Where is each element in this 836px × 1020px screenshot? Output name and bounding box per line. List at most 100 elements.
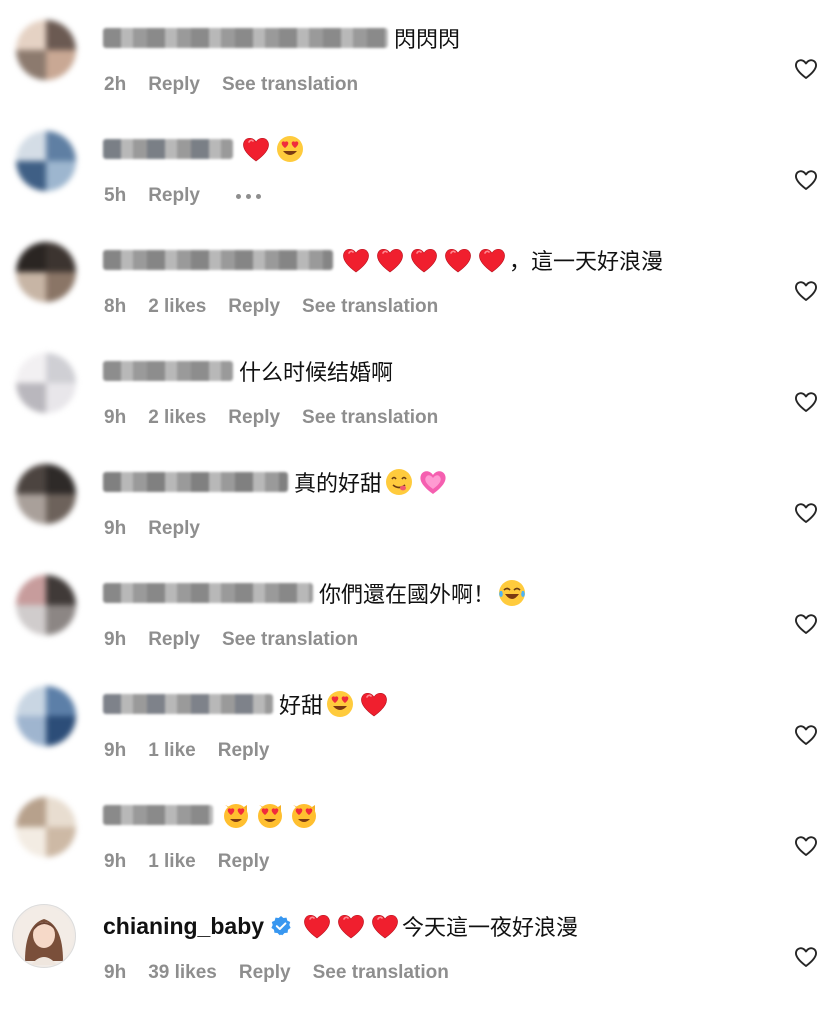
- more-options-icon[interactable]: [235, 193, 261, 199]
- timestamp[interactable]: 9h: [104, 629, 126, 651]
- blurred-username[interactable]: [103, 583, 313, 603]
- heart-outline-icon[interactable]: [794, 946, 818, 968]
- heart-outline-icon[interactable]: [794, 835, 818, 857]
- reply-button[interactable]: Reply: [239, 962, 291, 984]
- red-heart-icon: [475, 245, 509, 275]
- comment-item: 什么时候结婚啊 9h 2 likes Reply See translation: [0, 353, 836, 464]
- comment-body: 閃閃閃: [103, 23, 460, 53]
- comment-body: 真的好甜: [103, 467, 450, 497]
- avatar[interactable]: [16, 464, 76, 524]
- blurred-username[interactable]: [103, 139, 233, 159]
- avatar[interactable]: [16, 353, 76, 413]
- comment-item: 閃閃閃 2h Reply See translation: [0, 20, 836, 131]
- heart-outline-icon[interactable]: [794, 613, 818, 635]
- comment-text: 今天這一夜好浪漫: [402, 915, 579, 940]
- heart-eyes-face-icon: [323, 689, 357, 719]
- heart-eyes-face-icon: [273, 134, 307, 164]
- username[interactable]: chianing_baby: [103, 913, 264, 940]
- reply-button[interactable]: Reply: [218, 851, 270, 873]
- comment-meta: 9h Reply: [104, 516, 222, 542]
- comment-meta: 8h 2 likes Reply See translation: [104, 294, 460, 320]
- blurred-username[interactable]: [103, 28, 388, 48]
- likes-count[interactable]: 1 like: [148, 851, 196, 873]
- timestamp[interactable]: 9h: [104, 851, 126, 873]
- heart-eyes-cat-icon: [287, 800, 321, 830]
- comment-text: 真的好甜: [294, 471, 383, 496]
- comment-body: [103, 134, 307, 164]
- avatar[interactable]: [12, 904, 76, 968]
- tears-of-joy-face-icon: [495, 578, 529, 608]
- heart-outline-icon[interactable]: [794, 724, 818, 746]
- comment-text: 你們還在國外啊！: [319, 582, 496, 607]
- see-translation-button[interactable]: See translation: [302, 407, 438, 429]
- blurred-username[interactable]: [103, 250, 333, 270]
- reply-button[interactable]: Reply: [148, 518, 200, 540]
- comment-meta: 9h 2 likes Reply See translation: [104, 405, 460, 431]
- red-heart-icon: [239, 134, 273, 164]
- blurred-username[interactable]: [103, 805, 213, 825]
- comment-body: [103, 800, 321, 830]
- comment-body: 好甜: [103, 689, 391, 719]
- comment-text: ，這一天好浪漫: [509, 249, 664, 274]
- timestamp[interactable]: 9h: [104, 740, 126, 762]
- reply-button[interactable]: Reply: [148, 629, 200, 651]
- avatar[interactable]: [16, 575, 76, 635]
- reply-button[interactable]: Reply: [228, 407, 280, 429]
- blurred-username[interactable]: [103, 694, 273, 714]
- comment-item: 9h 1 like Reply: [0, 797, 836, 908]
- timestamp[interactable]: 9h: [104, 962, 126, 984]
- see-translation-button[interactable]: See translation: [313, 962, 449, 984]
- heart-outline-icon[interactable]: [794, 169, 818, 191]
- comment-meta: 9h 1 like Reply: [104, 849, 291, 875]
- likes-count[interactable]: 1 like: [148, 740, 196, 762]
- reply-button[interactable]: Reply: [228, 296, 280, 318]
- growing-heart-icon: [416, 467, 450, 497]
- avatar[interactable]: [16, 242, 76, 302]
- timestamp[interactable]: 9h: [104, 407, 126, 429]
- avatar[interactable]: [16, 131, 76, 191]
- red-heart-icon: [339, 245, 373, 275]
- comment-text: 閃閃閃: [394, 27, 461, 52]
- heart-outline-icon[interactable]: [794, 280, 818, 302]
- timestamp[interactable]: 9h: [104, 518, 126, 540]
- likes-count[interactable]: 39 likes: [148, 962, 217, 984]
- avatar[interactable]: [16, 20, 76, 80]
- comment-text: 什么时候结婚啊: [239, 360, 394, 385]
- heart-outline-icon[interactable]: [794, 58, 818, 80]
- red-heart-icon: [373, 245, 407, 275]
- reply-button[interactable]: Reply: [148, 185, 200, 207]
- heart-outline-icon[interactable]: [794, 502, 818, 524]
- yum-face-icon: [382, 467, 416, 497]
- red-heart-icon: [334, 911, 368, 941]
- likes-count[interactable]: 2 likes: [148, 296, 206, 318]
- comment-item: ，這一天好浪漫 8h 2 likes Reply See translation: [0, 242, 836, 353]
- heart-eyes-cat-icon: [253, 800, 287, 830]
- red-heart-icon: [368, 911, 402, 941]
- comment-body: chianing_baby 今天這一夜好浪漫: [103, 911, 578, 941]
- comment-meta: 9h 39 likes Reply See translation: [104, 960, 471, 986]
- red-heart-icon: [441, 245, 475, 275]
- timestamp[interactable]: 2h: [104, 74, 126, 96]
- avatar[interactable]: [16, 797, 76, 857]
- likes-count[interactable]: 2 likes: [148, 407, 206, 429]
- blurred-username[interactable]: [103, 472, 288, 492]
- comment-meta: 9h Reply See translation: [104, 627, 380, 653]
- timestamp[interactable]: 8h: [104, 296, 126, 318]
- reply-button[interactable]: Reply: [148, 74, 200, 96]
- comment-item: 真的好甜 9h Reply: [0, 464, 836, 575]
- red-heart-icon: [357, 689, 391, 719]
- comment-item: 好甜 9h 1 like Reply: [0, 686, 836, 797]
- reply-button[interactable]: Reply: [218, 740, 270, 762]
- heart-outline-icon[interactable]: [794, 391, 818, 413]
- red-heart-icon: [300, 911, 334, 941]
- see-translation-button[interactable]: See translation: [222, 629, 358, 651]
- blurred-username[interactable]: [103, 361, 233, 381]
- avatar[interactable]: [16, 686, 76, 746]
- see-translation-button[interactable]: See translation: [302, 296, 438, 318]
- see-translation-button[interactable]: See translation: [222, 74, 358, 96]
- timestamp[interactable]: 5h: [104, 185, 126, 207]
- comment-body: 什么时候结婚啊: [103, 356, 393, 386]
- comment-item: 你們還在國外啊！ 9h Reply See translation: [0, 575, 836, 686]
- comment-text: 好甜: [279, 693, 324, 718]
- comment-meta: 5h Reply: [104, 183, 261, 209]
